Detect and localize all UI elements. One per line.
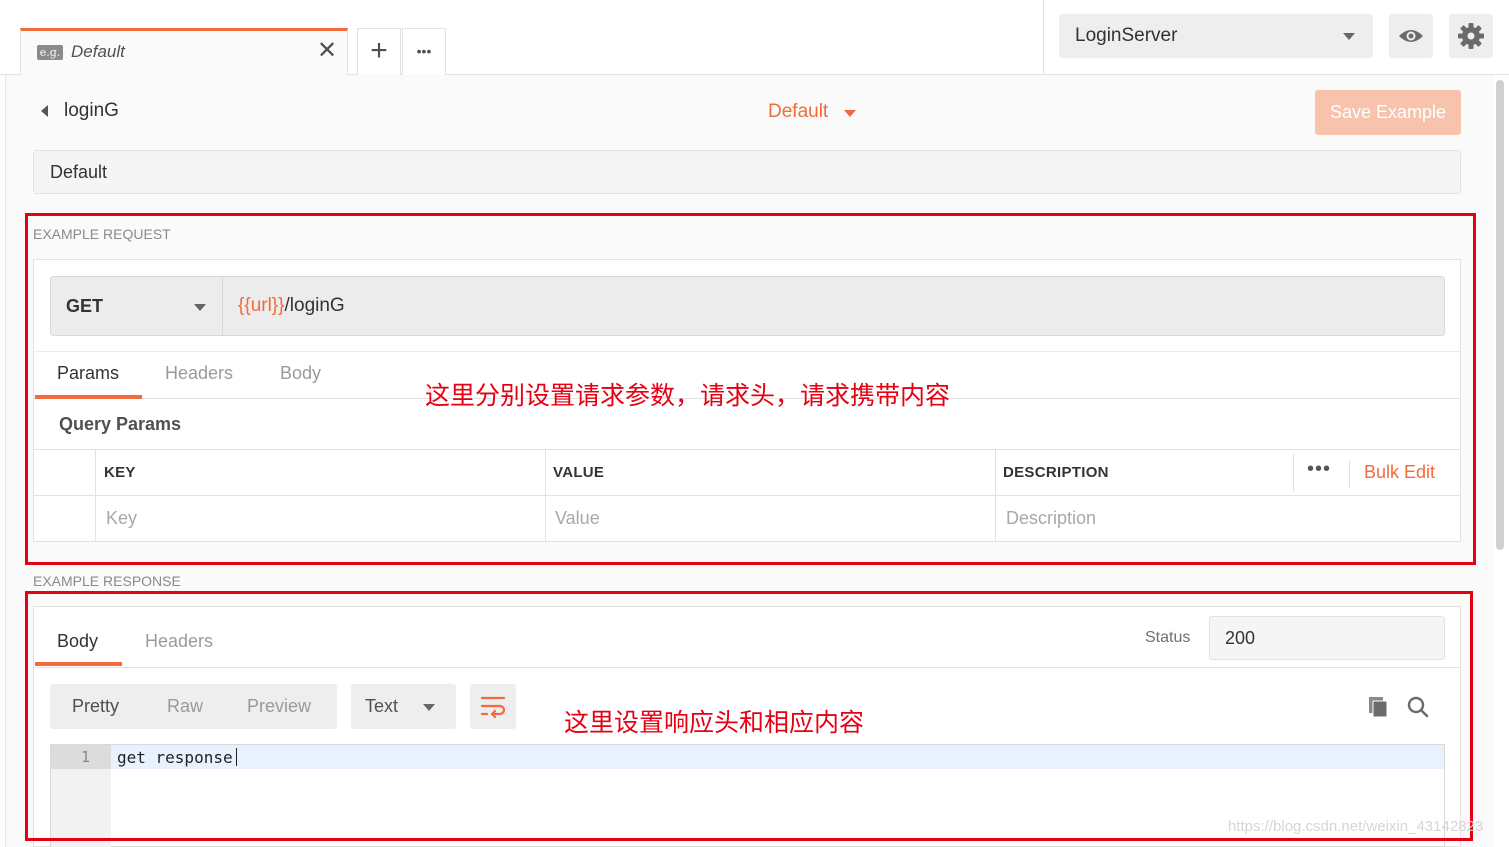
- back-arrow-icon[interactable]: [41, 105, 48, 117]
- new-tab-button[interactable]: +: [357, 28, 401, 75]
- manage-environments-button[interactable]: [1449, 14, 1493, 58]
- environment-quick-look-button[interactable]: [1389, 14, 1433, 58]
- eye-icon: [1399, 30, 1423, 42]
- environment-label: LoginServer: [1075, 25, 1178, 46]
- watermark: https://blog.csdn.net/weixin_43142823: [1228, 818, 1484, 835]
- back-to-request-link[interactable]: loginG: [64, 100, 119, 122]
- gear-icon: [1458, 23, 1484, 49]
- close-icon[interactable]: ✕: [317, 39, 337, 63]
- request-annotation-text: 这里分别设置请求参数，请求头，请求携带内容: [425, 381, 951, 410]
- response-annotation-text: 这里设置响应头和相应内容: [564, 708, 865, 737]
- plus-icon: +: [370, 34, 388, 67]
- more-icon: •••: [416, 43, 432, 59]
- request-tab-default[interactable]: e.g. Default ✕: [20, 28, 348, 75]
- chevron-down-icon[interactable]: [844, 110, 856, 117]
- environment-select[interactable]: LoginServer: [1059, 14, 1373, 58]
- example-select[interactable]: Default: [768, 101, 828, 123]
- toolbar-divider: [1043, 0, 1044, 75]
- example-badge: e.g.: [37, 45, 63, 60]
- vertical-scrollbar[interactable]: [1496, 80, 1504, 550]
- example-response-label: EXAMPLE RESPONSE: [33, 573, 181, 589]
- tab-options-button[interactable]: •••: [402, 28, 446, 75]
- chevron-down-icon: [1343, 33, 1355, 40]
- save-example-button[interactable]: Save Example: [1315, 90, 1461, 135]
- tab-title: Default: [71, 42, 125, 61]
- example-name-input[interactable]: Default: [33, 150, 1461, 194]
